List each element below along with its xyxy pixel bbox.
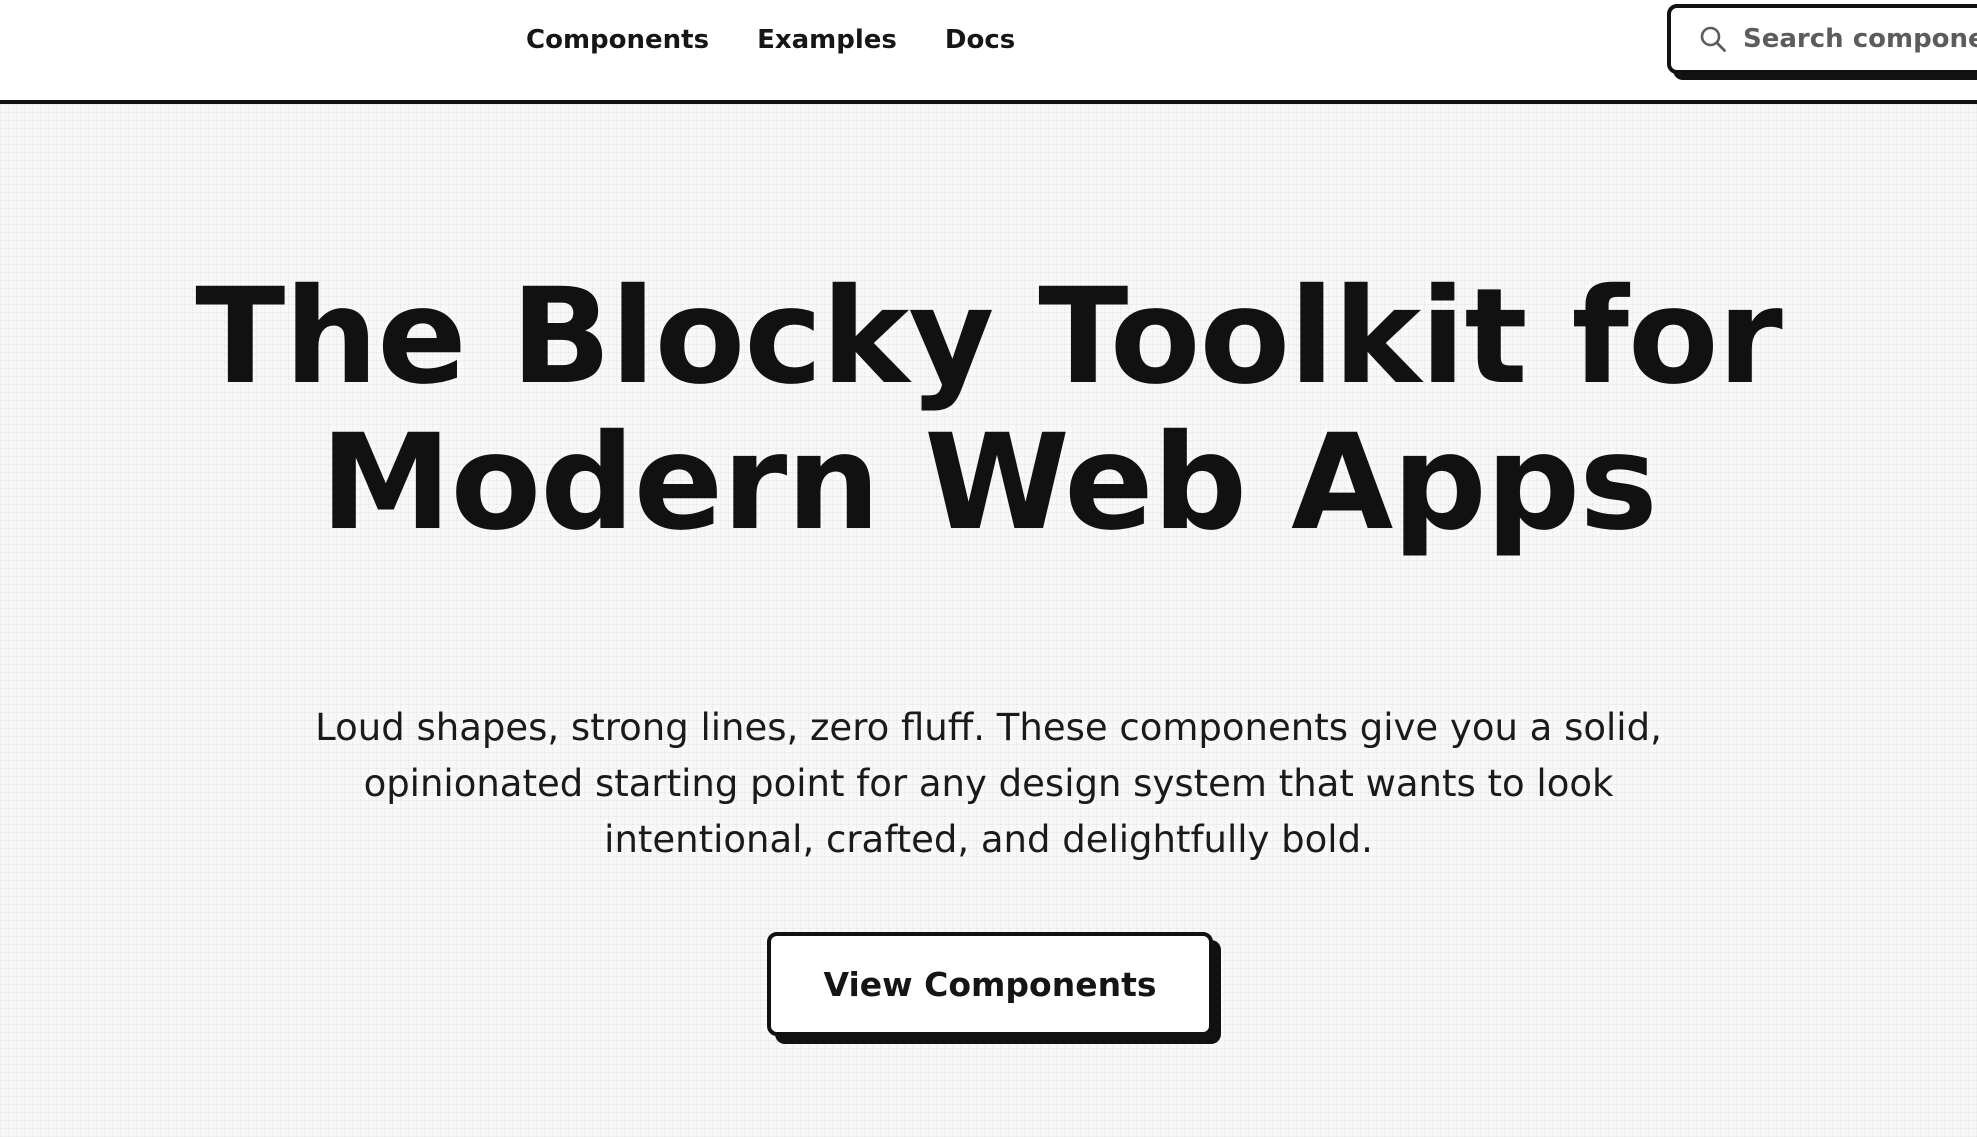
- nav-link-examples[interactable]: Examples: [757, 26, 897, 54]
- nav-link-components[interactable]: Components: [526, 26, 709, 54]
- hero-subtitle: Loud shapes, strong lines, zero fluff. T…: [260, 700, 1717, 868]
- view-components-button[interactable]: View Components: [767, 932, 1213, 1036]
- hero-subtitle-line-2: opinionated starting point for any desig…: [363, 762, 1614, 805]
- main-nav: Components Examples Docs: [526, 26, 1015, 54]
- view-components-label: View Components: [823, 964, 1157, 1004]
- site-header: Components Examples Docs: [0, 0, 1977, 104]
- hero-subtitle-line-3: intentional, crafted, and delightfully b…: [604, 818, 1373, 861]
- search-icon: [1697, 23, 1729, 55]
- hero-title: The Blocky Toolkit for Modern Web Apps: [0, 264, 1977, 556]
- search-box[interactable]: [1667, 4, 1977, 74]
- hero-title-line-1: The Blocky Toolkit for: [195, 260, 1782, 414]
- search-input[interactable]: [1743, 24, 1977, 54]
- hero-title-line-2: Modern Web Apps: [320, 406, 1658, 560]
- hero-subtitle-line-1: Loud shapes, strong lines, zero fluff. T…: [315, 706, 1662, 749]
- nav-link-docs[interactable]: Docs: [945, 26, 1015, 54]
